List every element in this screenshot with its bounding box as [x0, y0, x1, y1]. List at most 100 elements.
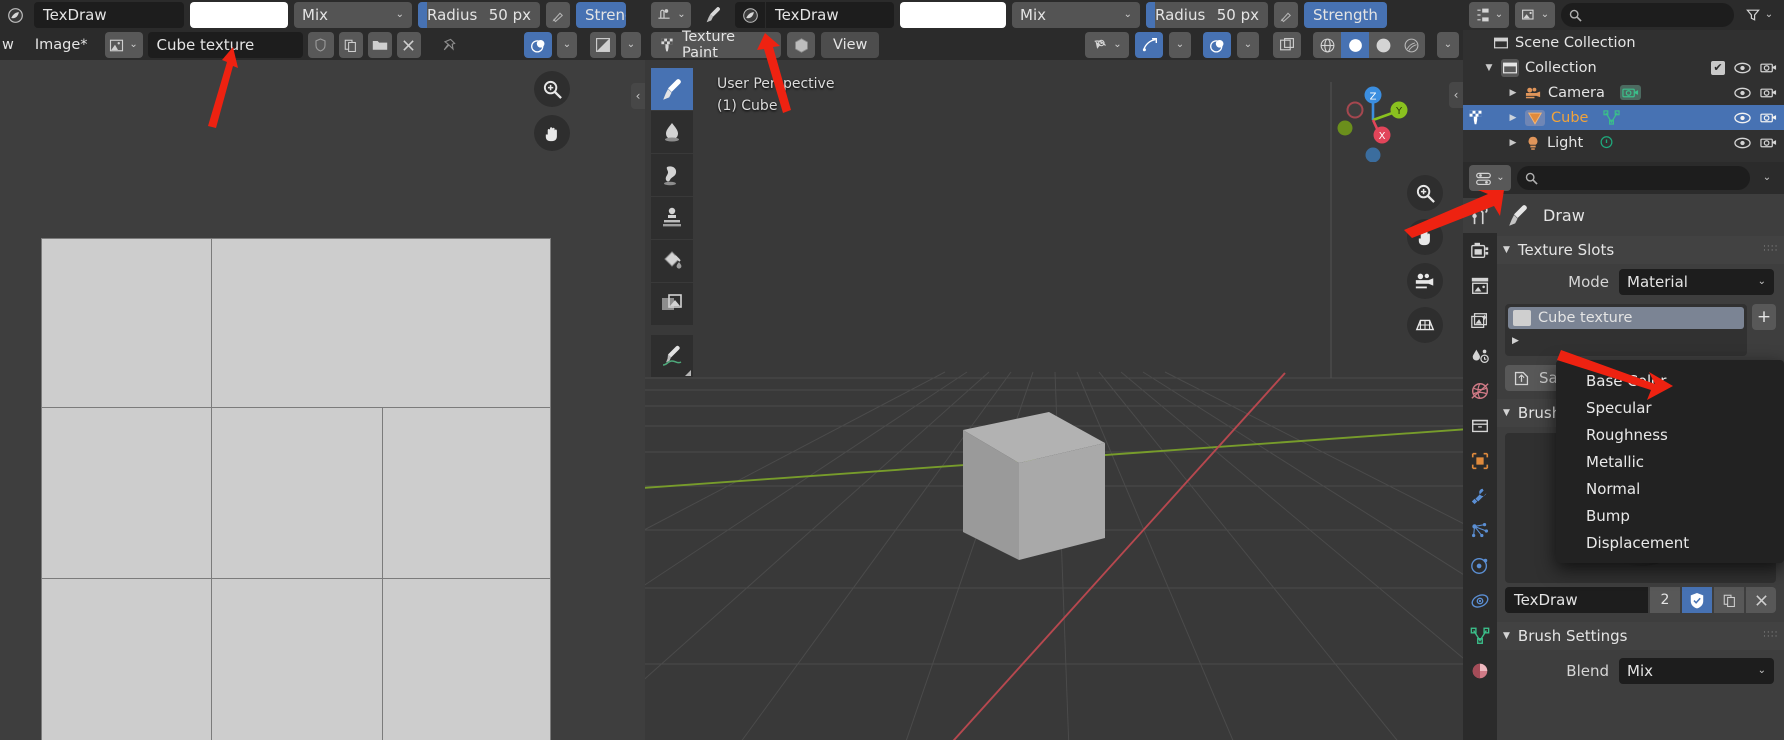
- visibility-eye-icon[interactable]: [1734, 87, 1751, 99]
- clone-stamp-tool[interactable]: [651, 197, 693, 239]
- overlay-blend-icon[interactable]: [524, 32, 552, 58]
- brush-icon[interactable]: [697, 2, 729, 28]
- unlink-x-icon[interactable]: [396, 32, 421, 58]
- rendered-shading-icon[interactable]: [1397, 32, 1425, 58]
- mesh-data-icon[interactable]: [1603, 110, 1621, 125]
- properties-search-input[interactable]: [1517, 166, 1750, 190]
- light-data-icon[interactable]: [1598, 135, 1615, 151]
- object-cube-icon[interactable]: [787, 32, 815, 58]
- viewport-canvas[interactable]: User Perspective (1) Cube Z Y X ‹: [645, 60, 1463, 740]
- menu-item-base-color[interactable]: Base Color: [1556, 367, 1784, 394]
- expand-triangle-icon[interactable]: ▶: [1505, 138, 1521, 148]
- overlays-dropdown[interactable]: ⌄: [1237, 32, 1259, 58]
- gradient-dropdown[interactable]: ⌄: [621, 32, 641, 58]
- tab-modifiers[interactable]: [1463, 478, 1497, 513]
- overlays-icon[interactable]: [1203, 32, 1231, 58]
- duplicate-icon[interactable]: [1714, 587, 1744, 613]
- soften-tool[interactable]: [651, 111, 693, 153]
- menu-item-specular[interactable]: Specular: [1556, 394, 1784, 421]
- outliner-row-collection[interactable]: ▼ Collection ✔: [1463, 55, 1784, 80]
- pressure-icon[interactable]: [546, 2, 570, 28]
- tab-collection[interactable]: [1463, 408, 1497, 443]
- ie-radius-slider[interactable]: Radius 50 px: [418, 2, 540, 28]
- brush-sphere-icon[interactable]: [735, 2, 765, 28]
- image-editor-sidebar-collapse[interactable]: ‹: [631, 83, 645, 109]
- menu-item-roughness[interactable]: Roughness: [1556, 421, 1784, 448]
- render-camera-icon[interactable]: [1760, 111, 1777, 124]
- texture-slot-type-menu[interactable]: Base Color Specular Roughness Metallic N…: [1556, 360, 1784, 563]
- tab-object-data[interactable]: [1463, 618, 1497, 653]
- snap-dropdown[interactable]: ⌄: [1169, 32, 1191, 58]
- filter-funnel-icon[interactable]: ⌄: [1740, 2, 1778, 28]
- tab-tool[interactable]: [1463, 198, 1497, 233]
- tab-world[interactable]: [1463, 373, 1497, 408]
- add-texture-slot-button[interactable]: +: [1752, 304, 1776, 330]
- id-type-filter-icon[interactable]: ⌄: [1515, 2, 1555, 28]
- vp-blend-mode-select[interactable]: Mix ⌄: [1012, 2, 1140, 28]
- visibility-eye-icon[interactable]: [1734, 137, 1751, 149]
- camera-view-icon[interactable]: [1407, 263, 1443, 299]
- tab-physics[interactable]: [1463, 548, 1497, 583]
- tab-material[interactable]: [1463, 653, 1497, 688]
- menu-item-normal[interactable]: Normal: [1556, 475, 1784, 502]
- tab-constraints[interactable]: [1463, 583, 1497, 618]
- texture-slot-item[interactable]: Cube texture: [1508, 307, 1744, 329]
- smear-tool[interactable]: [651, 154, 693, 196]
- outliner-search-input[interactable]: [1561, 3, 1734, 27]
- expand-triangle-icon[interactable]: ▶: [1512, 336, 1519, 346]
- mode-select[interactable]: Texture Paint ⌄: [651, 29, 781, 61]
- pin-icon[interactable]: [436, 32, 462, 58]
- annotate-pencil-tool[interactable]: [651, 335, 693, 377]
- toggle-ortho-perspective-icon[interactable]: [1407, 307, 1443, 343]
- ie-color-swatch[interactable]: [190, 2, 288, 28]
- solid-shading-icon[interactable]: [1341, 32, 1369, 58]
- navigation-gizmo[interactable]: Z Y X: [1331, 78, 1415, 162]
- tab-scene[interactable]: [1463, 338, 1497, 373]
- ie-blend-mode-select[interactable]: Mix ⌄: [294, 2, 412, 28]
- brush-users-count[interactable]: 2: [1650, 587, 1680, 613]
- view-menu[interactable]: View: [821, 32, 880, 58]
- properties-editor-icon[interactable]: ⌄: [1469, 165, 1511, 191]
- xray-toggle-icon[interactable]: [1273, 32, 1301, 58]
- render-camera-icon[interactable]: [1760, 136, 1777, 149]
- menu-item-metallic[interactable]: Metallic: [1556, 448, 1784, 475]
- tab-object[interactable]: [1463, 443, 1497, 478]
- vp-color-swatch[interactable]: [900, 2, 1006, 28]
- pan-hand-icon[interactable]: [1407, 219, 1443, 255]
- panel-texture-slots[interactable]: ▼ Texture Slots ···· ····: [1497, 236, 1784, 264]
- texture-slot-list[interactable]: Cube texture ▶: [1505, 304, 1747, 356]
- tab-output[interactable]: [1463, 268, 1497, 303]
- snap-increment-icon[interactable]: [1135, 32, 1163, 58]
- brush-sphere-icon[interactable]: [2, 2, 28, 28]
- checkbox-enabled[interactable]: ✔: [1711, 60, 1725, 75]
- viewport-sidebar-collapse[interactable]: ‹: [1449, 82, 1463, 108]
- snap-magnet-icon[interactable]: ⌄: [651, 2, 691, 28]
- overlay-dropdown[interactable]: ⌄: [557, 32, 577, 58]
- render-camera-icon[interactable]: [1760, 61, 1777, 74]
- properties-options-dropdown[interactable]: ⌄: [1756, 165, 1778, 191]
- pan-hand-icon[interactable]: [534, 115, 570, 151]
- brush-blend-select[interactable]: Mix ⌄: [1619, 658, 1774, 684]
- zoom-region-icon[interactable]: [1407, 175, 1443, 211]
- brush-name-field[interactable]: TexDraw: [1505, 587, 1648, 613]
- visibility-eye-icon[interactable]: [1734, 112, 1751, 124]
- draw-tool[interactable]: [651, 68, 693, 110]
- outliner-display-mode-icon[interactable]: ⌄: [1469, 2, 1509, 28]
- menu-item-displacement[interactable]: Displacement: [1556, 529, 1784, 556]
- fake-user-icon[interactable]: [307, 32, 334, 58]
- camera-data-icon[interactable]: [1619, 85, 1641, 100]
- vp-brush-name-field[interactable]: TexDraw: [766, 2, 894, 28]
- tab-render[interactable]: [1463, 233, 1497, 268]
- texture-slot-mode-select[interactable]: Material ⌄: [1619, 269, 1774, 295]
- ie-strength-slider[interactable]: Strength: [576, 2, 626, 28]
- fake-user-shield-icon[interactable]: [1682, 587, 1712, 613]
- outliner-row-camera[interactable]: ▶ Camera: [1463, 80, 1784, 105]
- outliner-row-cube[interactable]: ▶ Cube: [1463, 105, 1784, 130]
- outliner-row-light[interactable]: ▶ Light: [1463, 130, 1784, 155]
- unlink-x-icon[interactable]: [1746, 587, 1776, 613]
- ie-view-menu-truncated[interactable]: w: [2, 37, 14, 53]
- render-camera-icon[interactable]: [1760, 86, 1777, 99]
- mask-tool[interactable]: [651, 283, 693, 325]
- expand-triangle-icon[interactable]: ▼: [1481, 63, 1497, 73]
- image-editor-canvas[interactable]: ‹: [0, 60, 645, 740]
